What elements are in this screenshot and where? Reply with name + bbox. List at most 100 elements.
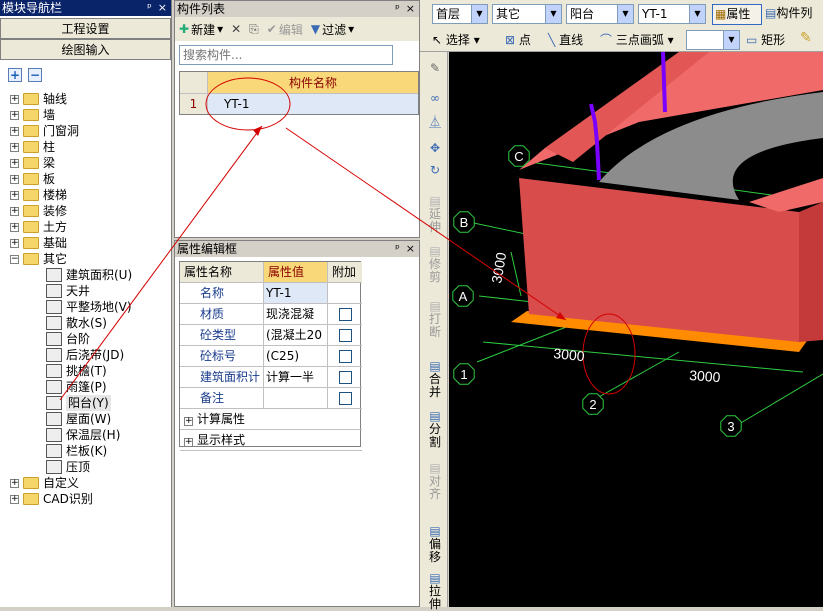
tree-item[interactable]: 天井 [46,283,90,299]
pin-icon[interactable]: ᵖ [395,1,400,17]
drawing-canvas[interactable]: C B A 1 2 3 3000 3000 3000 [449,52,823,607]
flip-icon[interactable]: ⏅ [424,116,446,129]
expand-icon[interactable]: + [10,238,19,248]
table-row[interactable]: 1 YT-1 [180,94,418,114]
tree-item[interactable]: 散水(S) [46,315,107,331]
expand-icon[interactable]: + [10,126,19,136]
tree-item[interactable]: + 板 [10,171,55,187]
expand-icon[interactable]: + [10,110,19,120]
tree-item[interactable]: 屋面(W) [46,411,111,427]
close-icon[interactable]: × [406,1,415,17]
component-name-cell[interactable]: YT-1 [208,94,418,114]
tree-item[interactable]: 栏板(K) [46,443,107,459]
tree-item[interactable]: + 梁 [10,155,55,171]
extra-tool-icon[interactable]: ✎ [800,30,812,46]
tree-item[interactable]: 保温层(H) [46,427,120,443]
expand-icon[interactable]: + [10,174,19,184]
tree-item[interactable]: 雨篷(P) [46,379,107,395]
tool-6-button[interactable]: ▤ 偏移 [424,525,446,564]
property-group[interactable]: + 显示样式 [180,430,362,451]
expand-icon[interactable]: + [184,417,193,426]
property-value[interactable]: 计算一半 [264,367,328,388]
tree-item[interactable]: − 其它 [10,251,67,267]
arc-button[interactable]: ⌒ 三点画弧 ▾ [600,31,674,49]
pen-icon[interactable]: ✎ [424,62,446,75]
tree-item[interactable]: 建筑面积(U) [46,267,132,283]
pin-icon[interactable]: ᵖ [395,241,400,257]
tree-item[interactable]: + 基础 [10,235,67,251]
expand-icon[interactable]: + [10,478,19,488]
copy-icon[interactable]: ⎘ [249,22,259,37]
component-select[interactable]: YT-1 ▼ [638,4,706,24]
line-button[interactable]: ╲ 直线 [548,31,583,49]
close-icon[interactable]: × [158,0,167,16]
complist-toggle-button[interactable]: ▤构件列 [765,4,823,25]
draw-option-select[interactable]: ▼ [686,30,740,50]
tool-3-button[interactable]: ▤ 合并 [424,360,446,399]
delete-icon[interactable]: ✕ [231,22,241,36]
property-value[interactable]: (混凝土20 [264,325,328,346]
expand-all-icon[interactable]: + [8,68,22,82]
tool-label: 偏移 [428,537,441,564]
edit-button[interactable]: ✔ 编辑 [267,21,303,38]
tool-7-button[interactable]: ▤ 拉伸 [424,572,446,611]
tree-item[interactable]: + 墙 [10,107,55,123]
tool-4-button[interactable]: ▤ 分割 [424,410,446,449]
rect-button[interactable]: ▭ 矩形 [746,31,785,49]
tree-item[interactable]: 阳台(Y) [46,395,111,411]
tree-item[interactable]: + 轴线 [10,91,67,107]
tree-item[interactable]: + 装修 [10,203,67,219]
tree-item[interactable]: 压顶 [46,459,90,475]
select-button[interactable]: ↖ 选择 ▾ [432,31,480,49]
tree-item[interactable]: 台阶 [46,331,90,347]
tree-item[interactable]: + 自定义 [10,475,79,491]
expand-icon[interactable]: + [10,494,19,504]
tree-item[interactable]: 后浇带(JD) [46,347,124,363]
collapse-icon[interactable]: − [10,254,19,264]
tree-item[interactable]: + CAD识别 [10,491,93,507]
tree-item[interactable]: 平整场地(V) [46,299,132,315]
expand-icon[interactable]: + [10,94,19,104]
tree-item[interactable]: 挑檐(T) [46,363,107,379]
attach-checkbox[interactable] [338,307,352,321]
component-search-input[interactable] [179,45,393,65]
attach-checkbox[interactable] [338,391,352,405]
pin-icon[interactable]: ᵖ [147,0,152,16]
expand-icon[interactable]: + [10,158,19,168]
expand-icon[interactable]: + [10,206,19,216]
type-select[interactable]: 阳台 ▼ [566,4,634,24]
tree-item[interactable]: + 土方 [10,219,67,235]
property-value[interactable]: (C25) [264,346,328,367]
move-icon[interactable]: ✥ [424,142,446,155]
drawing-input-button[interactable]: 绘图输入 [0,39,171,60]
tool-5-button[interactable]: ▤ 对齐 [424,462,446,501]
expand-icon[interactable]: + [10,190,19,200]
category-select[interactable]: 其它 ▼ [492,4,562,24]
expand-icon[interactable]: + [10,222,19,232]
filter-button[interactable]: ▼ 过滤 ▾ [311,21,354,38]
new-button[interactable]: ✚ 新建 ▾ [179,21,223,38]
tool-1-button[interactable]: ▤ 修剪 [424,245,446,284]
tree-item[interactable]: + 门窗洞 [10,123,79,139]
attach-checkbox[interactable] [338,328,352,342]
mirror-icon[interactable]: ∞ [424,92,446,105]
expand-icon[interactable]: + [184,438,193,447]
property-group[interactable]: + 计算属性 [180,409,362,430]
attach-checkbox[interactable] [338,349,352,363]
tool-2-button[interactable]: ▤ 打断 [424,300,446,339]
property-value[interactable]: 现浇混凝 [264,304,328,325]
floor-select[interactable]: 首层 ▼ [432,4,488,24]
tree-item[interactable]: + 楼梯 [10,187,67,203]
tree-item[interactable]: + 柱 [10,139,55,155]
collapse-all-icon[interactable]: − [28,68,42,82]
attach-checkbox[interactable] [338,370,352,384]
property-value[interactable]: YT-1 [264,283,328,304]
close-icon[interactable]: × [406,241,415,257]
property-value[interactable] [264,388,328,409]
tool-0-button[interactable]: ▤ 延伸 [424,195,446,234]
rotate-icon[interactable]: ↻ [424,164,446,177]
point-button[interactable]: ⊠ 点 [505,31,531,49]
expand-icon[interactable]: + [10,142,19,152]
project-settings-button[interactable]: 工程设置 [0,18,171,39]
properties-button[interactable]: ▦属性 [712,4,762,25]
